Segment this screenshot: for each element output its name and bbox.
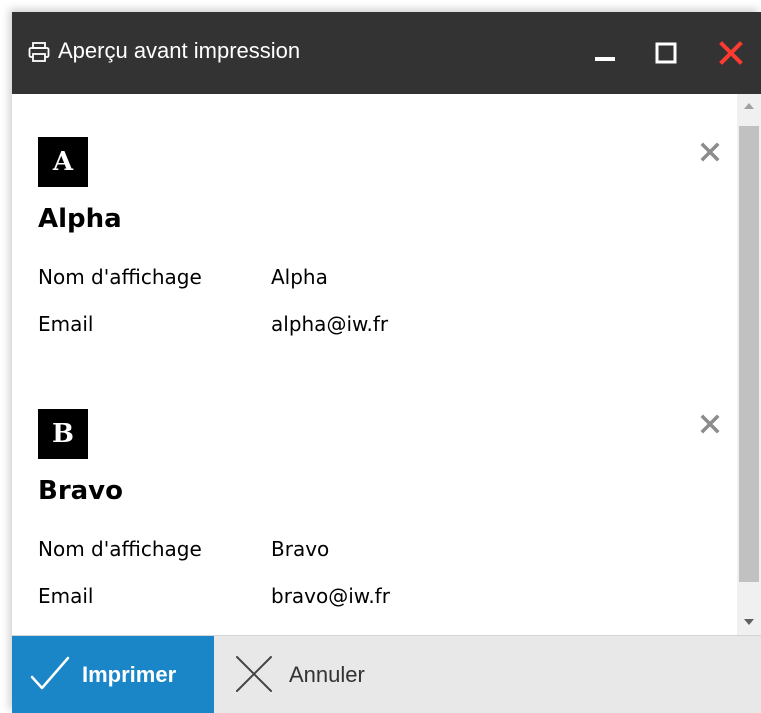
- window-title: Aperçu avant impression: [58, 38, 301, 63]
- checkmark-icon: [30, 656, 70, 690]
- x-icon: [236, 656, 272, 692]
- letter-badge: A: [38, 137, 88, 187]
- scroll-down-arrow-icon[interactable]: [743, 618, 755, 626]
- preview-content: A Alpha Nom d'affichage Alpha Email alph…: [12, 94, 737, 635]
- print-button-label: Imprimer: [82, 662, 177, 687]
- scroll-up-arrow-icon[interactable]: [743, 102, 755, 110]
- contact-card: A Alpha Nom d'affichage Alpha Email alph…: [12, 94, 737, 354]
- printer-icon: [28, 42, 50, 62]
- field-value: alpha@iw.fr: [271, 312, 389, 336]
- print-preview-window: Aperçu avant impression A Alpha Nom d'af…: [12, 12, 761, 713]
- field-label: Nom d'affichage: [38, 265, 202, 289]
- contact-name: Bravo: [38, 476, 123, 506]
- maximize-icon[interactable]: [653, 40, 679, 66]
- field-label: Email: [38, 584, 94, 608]
- cancel-button-label: Annuler: [289, 662, 365, 687]
- vertical-scrollbar[interactable]: [737, 94, 761, 635]
- remove-icon[interactable]: [700, 414, 720, 434]
- title-bar: Aperçu avant impression: [12, 12, 761, 94]
- close-icon[interactable]: [718, 40, 744, 66]
- contact-name: Alpha: [38, 204, 122, 234]
- field-value: Alpha: [271, 265, 328, 289]
- cancel-button[interactable]: Annuler: [214, 636, 414, 713]
- field-label: Email: [38, 312, 94, 336]
- field-value: bravo@iw.fr: [271, 584, 390, 608]
- field-label: Nom d'affichage: [38, 537, 202, 561]
- footer-bar: Imprimer Annuler: [12, 635, 761, 713]
- letter-badge: B: [38, 409, 88, 459]
- contact-card: B Bravo Nom d'affichage Bravo Email brav…: [12, 366, 737, 626]
- scroll-thumb[interactable]: [739, 126, 759, 582]
- field-value: Bravo: [271, 537, 330, 561]
- minimize-icon[interactable]: [592, 40, 618, 66]
- print-button[interactable]: Imprimer: [12, 636, 214, 713]
- remove-icon[interactable]: [700, 142, 720, 162]
